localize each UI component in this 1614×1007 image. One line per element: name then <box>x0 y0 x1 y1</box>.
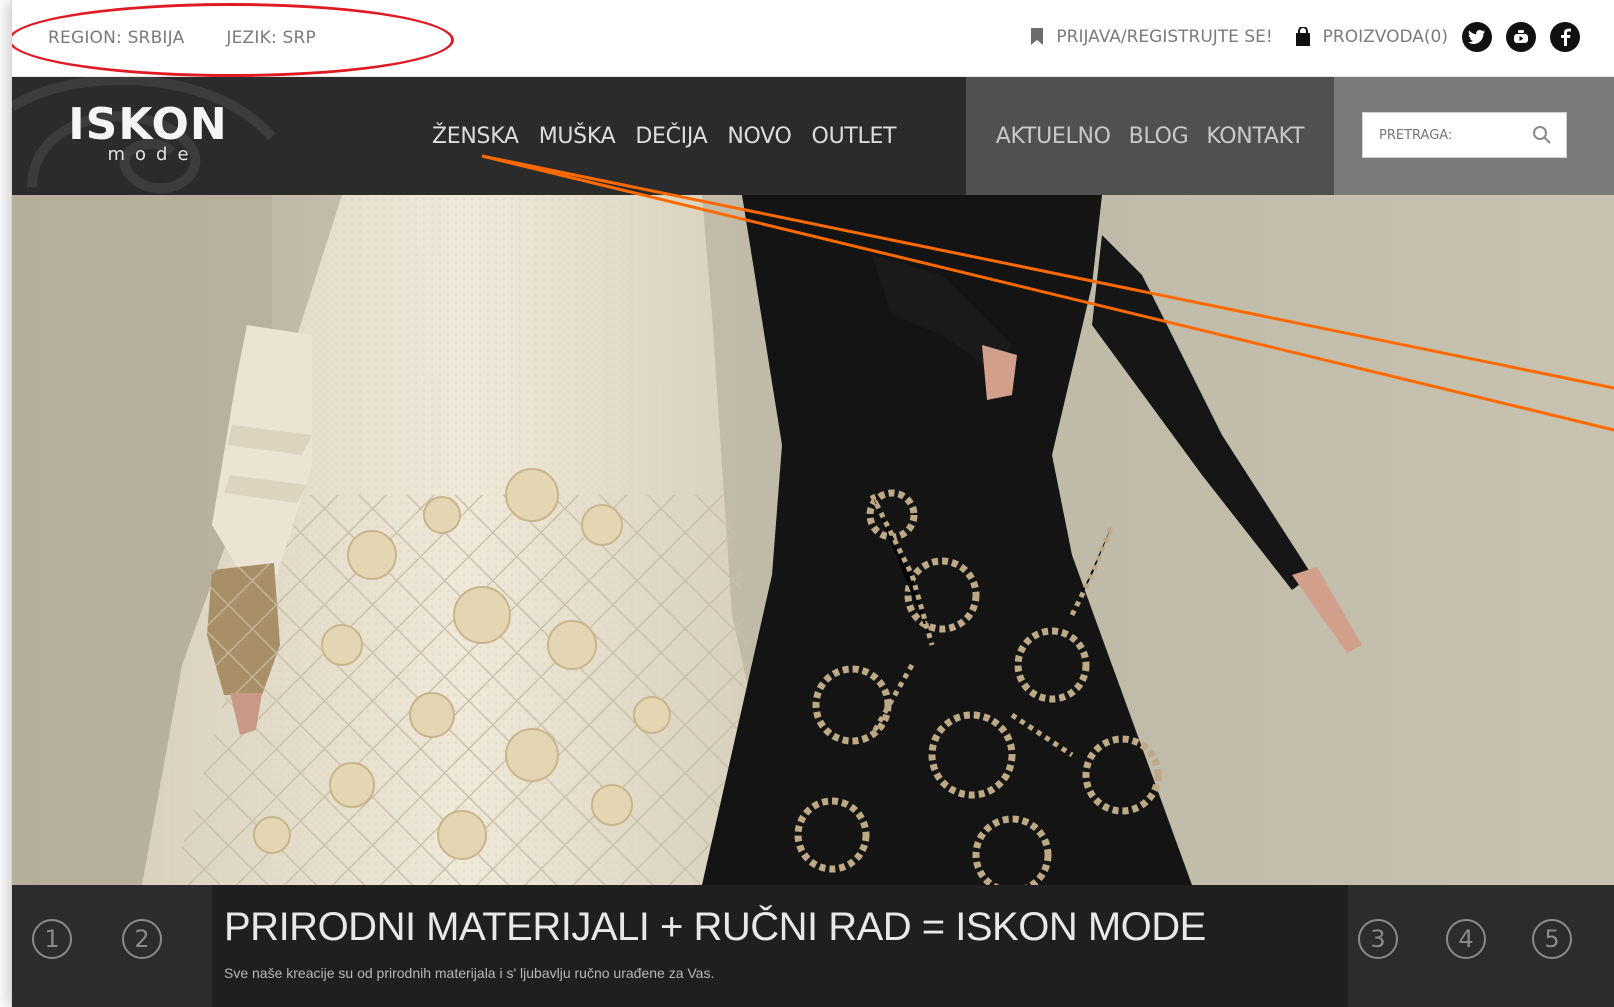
shopping-bag-icon <box>1295 27 1311 47</box>
search-box <box>1362 112 1567 158</box>
browser-page: REGION: SRBIJA JEZIK: SRP PRIJAVA/REGIST… <box>12 0 1614 1007</box>
nav-item-decija[interactable]: DEČIJA <box>635 124 707 149</box>
slide-subline: Sve naše kreacije su od prirodnih materi… <box>224 965 715 981</box>
slide-headline: PRIRODNI MATERIJALI + RUČNI RAD = ISKON … <box>224 905 1206 949</box>
top-utility-bar: REGION: SRBIJA JEZIK: SRP PRIJAVA/REGIST… <box>12 0 1614 77</box>
search-area <box>1334 77 1614 195</box>
nav-item-aktuelno[interactable]: AKTUELNO <box>996 124 1111 149</box>
slide-number-5[interactable]: 5 <box>1532 919 1572 959</box>
language-selector[interactable]: JEZIK: SRP <box>226 28 316 48</box>
cart-link[interactable]: PROIZVODA(0) <box>1295 27 1448 47</box>
twitter-icon[interactable] <box>1462 22 1492 52</box>
nav-item-zenska[interactable]: ŽENSKA <box>432 124 519 149</box>
logo-wordmark: ISKON <box>68 99 228 150</box>
search-icon[interactable] <box>1532 125 1552 149</box>
search-input[interactable] <box>1377 126 1531 144</box>
nav-item-muska[interactable]: MUŠKA <box>539 124 616 149</box>
slide-number-2[interactable]: 2 <box>122 919 162 959</box>
bookmark-icon <box>1030 28 1044 46</box>
primary-nav: ŽENSKA MUŠKA DEČIJA NOVO OUTLET <box>432 77 897 195</box>
youtube-icon[interactable] <box>1506 22 1536 52</box>
iskon-logo[interactable]: ISKON mode <box>54 99 242 165</box>
login-register-link[interactable]: PRIJAVA/REGISTRUJTE SE! <box>1030 27 1273 47</box>
nav-item-kontakt[interactable]: KONTAKT <box>1206 124 1304 149</box>
nav-item-novo[interactable]: NOVO <box>727 124 791 149</box>
slide-number-3[interactable]: 3 <box>1358 919 1398 959</box>
social-links <box>1462 22 1580 52</box>
region-selector[interactable]: REGION: SRBIJA <box>48 28 184 48</box>
nav-item-outlet[interactable]: OUTLET <box>812 124 897 149</box>
hero-slide-image[interactable] <box>12 195 1614 885</box>
top-utility-links: PRIJAVA/REGISTRUJTE SE! PROIZVODA(0) <box>1030 22 1580 52</box>
slide-caption-bar: 1 2 PRIRODNI MATERIJALI + RUČNI RAD = IS… <box>12 885 1614 1007</box>
main-navigation-bar: ISKON mode ŽENSKA MUŠKA DEČIJA NOVO OUTL… <box>12 77 1614 195</box>
slide-number-4[interactable]: 4 <box>1446 919 1486 959</box>
login-register-label: PRIJAVA/REGISTRUJTE SE! <box>1056 27 1273 47</box>
cart-count-label: PROIZVODA(0) <box>1322 27 1448 47</box>
facebook-icon[interactable] <box>1550 22 1580 52</box>
secondary-nav: AKTUELNO BLOG KONTAKT <box>966 77 1334 195</box>
hero-illustration <box>12 195 1362 885</box>
nav-item-blog[interactable]: BLOG <box>1129 124 1189 149</box>
slide-number-1[interactable]: 1 <box>32 919 72 959</box>
region-language-selector: REGION: SRBIJA JEZIK: SRP <box>48 28 316 48</box>
